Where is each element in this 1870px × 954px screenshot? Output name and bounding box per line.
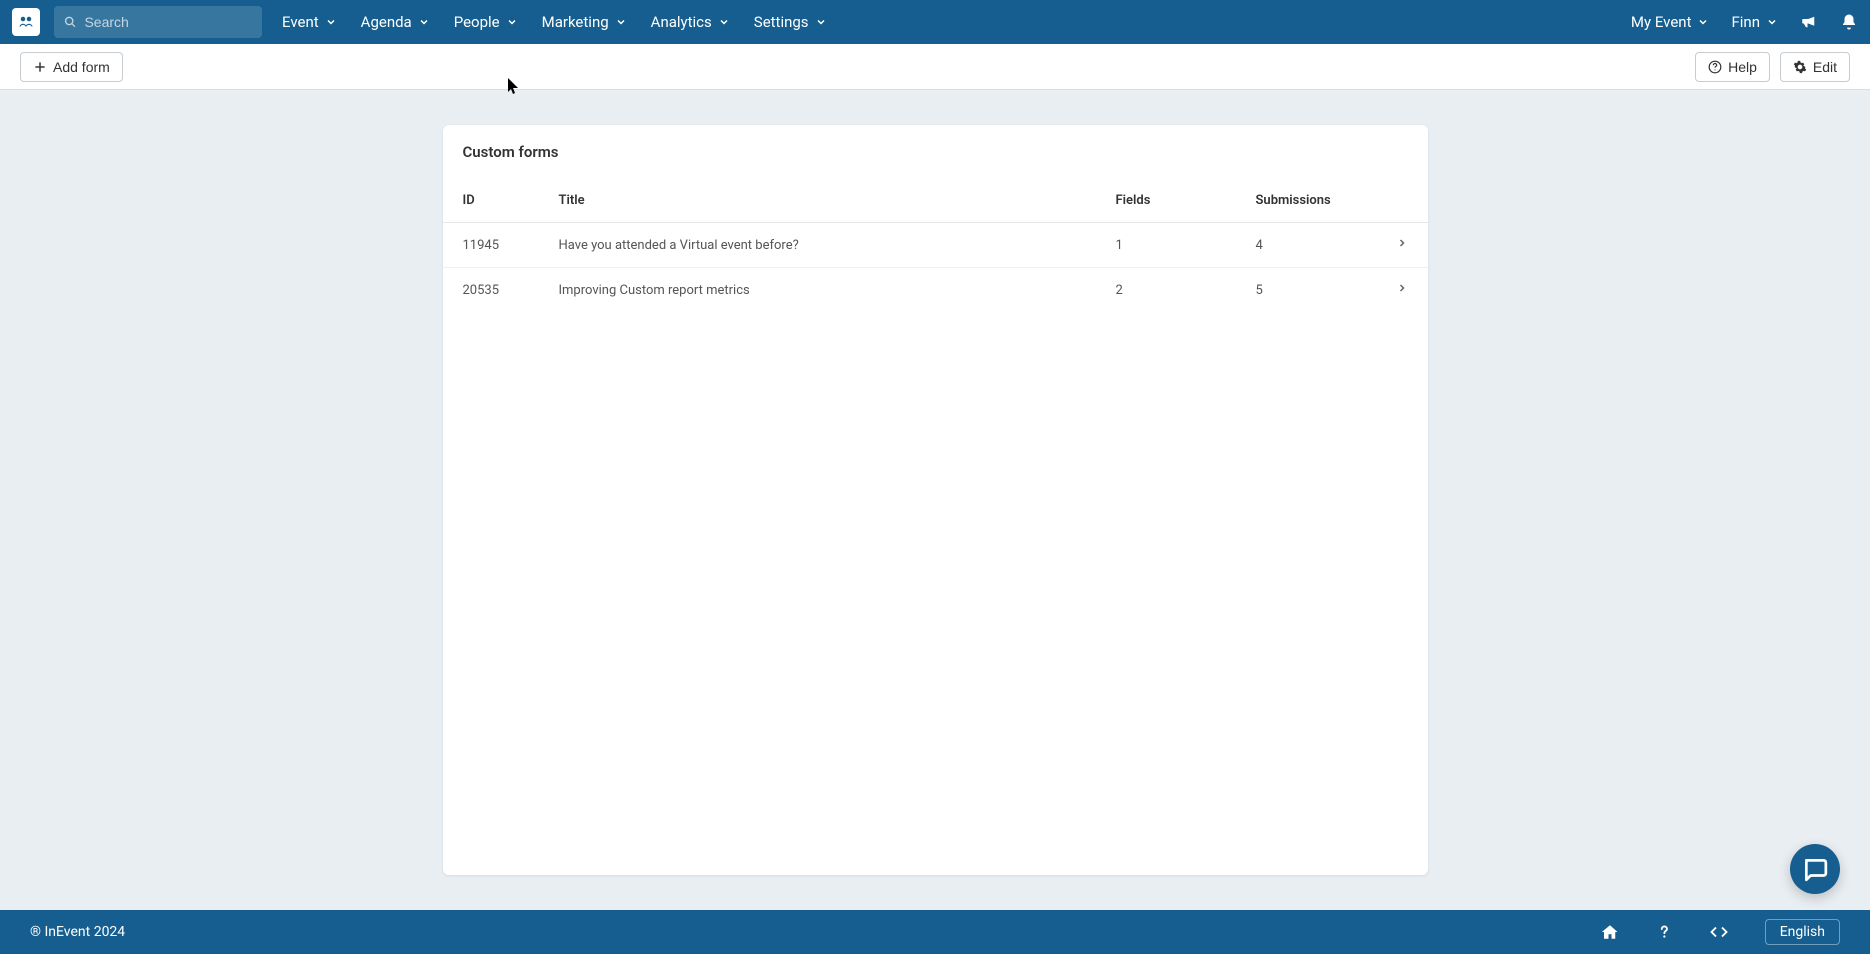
nav-right: My Event Finn bbox=[1631, 13, 1858, 31]
cell-submissions: 4 bbox=[1236, 223, 1376, 268]
chevron-down-icon bbox=[506, 16, 518, 28]
nav-items: Event Agenda People Marketing Analytics … bbox=[282, 13, 827, 31]
cell-chevron bbox=[1376, 268, 1428, 313]
chevron-down-icon bbox=[718, 16, 730, 28]
nav-event[interactable]: Event bbox=[282, 13, 337, 31]
nav-settings[interactable]: Settings bbox=[754, 13, 827, 31]
chevron-down-icon bbox=[1697, 16, 1709, 28]
nav-agenda[interactable]: Agenda bbox=[361, 13, 430, 31]
column-title: Title bbox=[539, 171, 1096, 223]
card-title: Custom forms bbox=[443, 125, 1428, 171]
search-icon bbox=[64, 15, 76, 29]
search-wrap bbox=[54, 6, 262, 38]
code-icon bbox=[1709, 923, 1729, 941]
nav-label: People bbox=[454, 13, 500, 31]
nav-marketing[interactable]: Marketing bbox=[542, 13, 627, 31]
sub-nav: Add form Help Edit bbox=[0, 44, 1870, 90]
footer-home-button[interactable] bbox=[1601, 923, 1619, 941]
footer-copyright: ® InEvent 2024 bbox=[30, 924, 125, 940]
cell-id: 11945 bbox=[443, 223, 539, 268]
chat-widget[interactable] bbox=[1790, 844, 1840, 894]
gear-icon bbox=[1793, 60, 1807, 74]
button-label: Help bbox=[1728, 59, 1757, 75]
button-label: Edit bbox=[1813, 59, 1837, 75]
nav-people[interactable]: People bbox=[454, 13, 518, 31]
top-nav: Event Agenda People Marketing Analytics … bbox=[0, 0, 1870, 44]
question-icon bbox=[1655, 923, 1673, 941]
add-form-button[interactable]: Add form bbox=[20, 52, 123, 82]
chevron-down-icon bbox=[418, 16, 430, 28]
language-label: English bbox=[1780, 924, 1825, 940]
cell-title: Improving Custom report metrics bbox=[539, 268, 1096, 313]
app-logo[interactable] bbox=[12, 8, 40, 36]
content-area: Custom forms ID Title Fields Submissions… bbox=[0, 90, 1870, 910]
cell-title: Have you attended a Virtual event before… bbox=[539, 223, 1096, 268]
nav-my-event[interactable]: My Event bbox=[1631, 13, 1710, 31]
nav-analytics[interactable]: Analytics bbox=[651, 13, 730, 31]
nav-label: My Event bbox=[1631, 13, 1692, 31]
search-input[interactable] bbox=[84, 14, 252, 30]
column-submissions: Submissions bbox=[1236, 171, 1376, 223]
plus-icon bbox=[33, 60, 47, 74]
forms-table: ID Title Fields Submissions 11945 Have y… bbox=[443, 171, 1428, 312]
announcement-button[interactable] bbox=[1800, 13, 1818, 31]
table-row[interactable]: 20535 Improving Custom report metrics 2 … bbox=[443, 268, 1428, 313]
chevron-right-icon bbox=[1396, 237, 1408, 249]
nav-label: Settings bbox=[754, 13, 809, 31]
column-fields: Fields bbox=[1096, 171, 1236, 223]
home-icon bbox=[1601, 923, 1619, 941]
notifications-button[interactable] bbox=[1840, 13, 1858, 31]
edit-button[interactable]: Edit bbox=[1780, 52, 1850, 82]
chevron-down-icon bbox=[815, 16, 827, 28]
footer-help-button[interactable] bbox=[1655, 923, 1673, 941]
nav-label: Agenda bbox=[361, 13, 412, 31]
chevron-down-icon bbox=[325, 16, 337, 28]
cell-fields: 1 bbox=[1096, 223, 1236, 268]
language-selector[interactable]: English bbox=[1765, 919, 1840, 945]
chevron-down-icon bbox=[1766, 16, 1778, 28]
nav-label: Finn bbox=[1731, 13, 1760, 31]
column-id: ID bbox=[443, 171, 539, 223]
help-button[interactable]: Help bbox=[1695, 52, 1770, 82]
cell-chevron bbox=[1376, 223, 1428, 268]
nav-label: Marketing bbox=[542, 13, 609, 31]
table-row[interactable]: 11945 Have you attended a Virtual event … bbox=[443, 223, 1428, 268]
megaphone-icon bbox=[1800, 13, 1818, 31]
footer: ® InEvent 2024 English bbox=[0, 910, 1870, 954]
nav-label: Event bbox=[282, 13, 319, 31]
cell-submissions: 5 bbox=[1236, 268, 1376, 313]
nav-user[interactable]: Finn bbox=[1731, 13, 1778, 31]
cell-id: 20535 bbox=[443, 268, 539, 313]
chevron-right-icon bbox=[1396, 282, 1408, 294]
help-icon bbox=[1708, 60, 1722, 74]
chevron-down-icon bbox=[615, 16, 627, 28]
custom-forms-card: Custom forms ID Title Fields Submissions… bbox=[443, 125, 1428, 875]
button-label: Add form bbox=[53, 59, 110, 75]
chat-icon bbox=[1802, 856, 1828, 882]
cell-fields: 2 bbox=[1096, 268, 1236, 313]
nav-label: Analytics bbox=[651, 13, 712, 31]
bell-icon bbox=[1840, 13, 1858, 31]
column-actions bbox=[1376, 171, 1428, 223]
footer-code-button[interactable] bbox=[1709, 923, 1729, 941]
